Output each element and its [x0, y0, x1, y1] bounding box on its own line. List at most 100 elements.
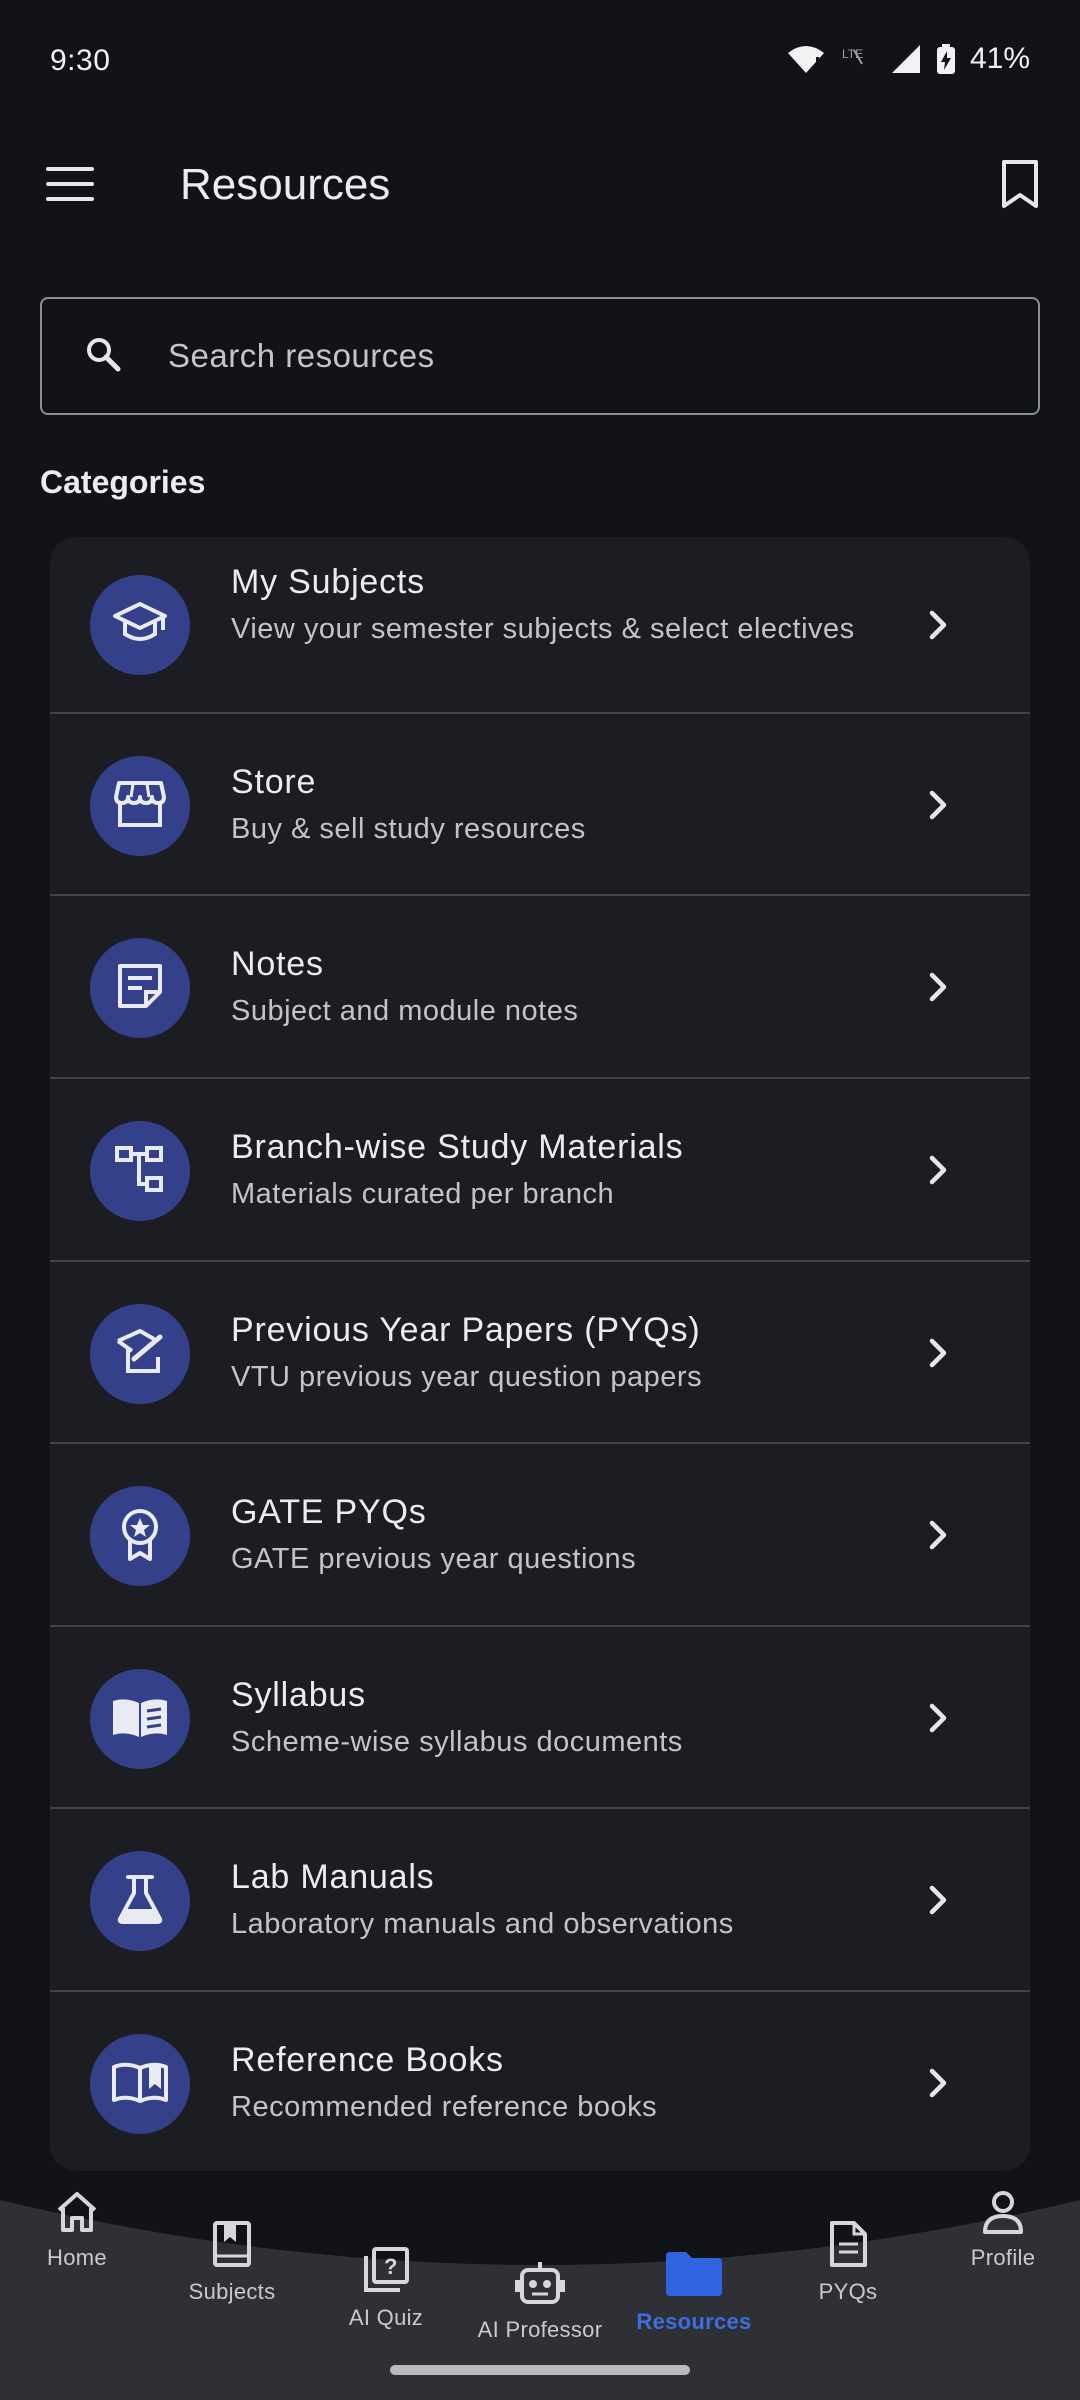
status-icons: LTE 41% — [786, 42, 1030, 76]
category-text: Previous Year Papers (PYQs) VTU previous… — [231, 1308, 890, 1398]
category-subtitle: VTU previous year question papers — [231, 1361, 703, 1393]
category-title: Store — [231, 763, 317, 801]
search-icon-wrap — [42, 336, 154, 377]
category-text: GATE PYQs GATE previous year questions — [231, 1490, 890, 1580]
category-subtitle: View your semester subjects & select ele… — [231, 613, 855, 645]
person-icon — [981, 2190, 1025, 2239]
category-title: Lab Manuals — [231, 1858, 435, 1896]
category-avatar — [90, 1486, 190, 1586]
category-item-lab-manuals[interactable]: Lab Manuals Laboratory manuals and obser… — [50, 1809, 1030, 1992]
nav-label: Profile — [970, 2245, 1036, 2270]
nav-label: AI Quiz — [348, 2305, 424, 2330]
category-item-reference-books[interactable]: Reference Books Recommended reference bo… — [50, 1992, 1030, 2171]
book-bookmark-icon — [212, 2220, 252, 2273]
nav-item-profile[interactable]: Profile — [918, 2190, 1080, 2271]
category-title: Notes — [231, 945, 324, 983]
chevron-right-icon — [918, 785, 958, 825]
nav-item-home[interactable]: Home — [0, 2190, 162, 2271]
nav-label: Home — [47, 2245, 107, 2270]
chevron-right-icon — [918, 2063, 958, 2103]
home-icon — [55, 2190, 99, 2239]
category-avatar — [90, 938, 190, 1038]
category-subtitle: Laboratory manuals and observations — [231, 1908, 734, 1940]
chevron-right-icon — [918, 1333, 958, 1373]
storefront-icon — [113, 779, 167, 834]
chevron-right-icon — [918, 1880, 958, 1920]
category-text: Syllabus Scheme-wise syllabus documents — [231, 1673, 890, 1763]
document-icon — [828, 2220, 868, 2273]
quiz-icon: ? — [362, 2246, 410, 2299]
category-title: My Subjects — [231, 563, 425, 601]
category-avatar — [90, 575, 190, 675]
category-subtitle: GATE previous year questions — [231, 1543, 637, 1575]
category-subtitle: Recommended reference books — [231, 2091, 658, 2123]
account-tree-icon — [114, 1144, 166, 1199]
bookmark-button[interactable] — [980, 146, 1060, 226]
category-list: My Subjects View your semester subjects … — [50, 537, 1030, 2171]
categories-heading: Categories — [40, 464, 206, 500]
open-book-icon — [111, 1695, 169, 1744]
sticky-note-icon — [116, 962, 164, 1015]
category-title: Syllabus — [231, 1676, 366, 1714]
svg-text:?: ? — [384, 2254, 397, 2279]
nav-label: Resources — [636, 2309, 752, 2334]
category-item-syllabus[interactable]: Syllabus Scheme-wise syllabus documents — [50, 1627, 1030, 1809]
category-title: Branch-wise Study Materials — [231, 1128, 684, 1166]
category-subtitle: Materials curated per branch — [231, 1178, 615, 1210]
nav-item-resources[interactable]: Resources — [609, 2250, 779, 2335]
nav-label: PYQs — [818, 2279, 878, 2304]
nav-item-pyqs[interactable]: PYQs — [763, 2220, 933, 2305]
category-item-my-subjects[interactable]: My Subjects View your semester subjects … — [50, 537, 1030, 714]
search-box[interactable] — [40, 297, 1040, 415]
category-item-pyqs[interactable]: Previous Year Papers (PYQs) VTU previous… — [50, 1262, 1030, 1444]
home-indicator[interactable] — [390, 2365, 690, 2375]
page-title: Resources — [180, 160, 391, 209]
status-bar: 9:30 LTE 41% — [0, 0, 1080, 120]
category-subtitle: Scheme-wise syllabus documents — [231, 1726, 683, 1758]
category-avatar — [90, 1669, 190, 1769]
category-avatar — [90, 1851, 190, 1951]
nav-item-ai-quiz[interactable]: ? AI Quiz — [301, 2246, 471, 2331]
nav-item-subjects[interactable]: Subjects — [147, 2220, 317, 2305]
nav-label: Subjects — [188, 2279, 276, 2304]
category-subtitle: Subject and module notes — [231, 995, 579, 1027]
chevron-right-icon — [918, 1698, 958, 1738]
category-avatar — [90, 756, 190, 856]
category-item-notes[interactable]: Notes Subject and module notes — [50, 896, 1030, 1079]
chevron-right-icon — [918, 605, 958, 645]
category-text: Reference Books Recommended reference bo… — [231, 2038, 890, 2128]
wifi-icon — [786, 43, 826, 75]
robot-icon — [514, 2260, 566, 2311]
menu-icon — [46, 166, 94, 206]
search-input[interactable] — [154, 337, 1038, 375]
status-time: 9:30 — [50, 44, 111, 77]
category-item-gate-pyqs[interactable]: GATE PYQs GATE previous year questions — [50, 1444, 1030, 1627]
category-text: Notes Subject and module notes — [231, 942, 890, 1032]
menu-button[interactable] — [30, 146, 110, 226]
category-item-store[interactable]: Store Buy & sell study resources — [50, 714, 1030, 896]
category-item-branch-wise[interactable]: Branch-wise Study Materials Materials cu… — [50, 1079, 1030, 1262]
graduation-cap-icon — [111, 600, 169, 651]
category-avatar — [90, 1121, 190, 1221]
battery-charging-icon — [936, 43, 956, 75]
category-text: Store Buy & sell study resources — [231, 760, 890, 850]
bookmark-icon — [1000, 159, 1040, 214]
category-subtitle: Buy & sell study resources — [231, 813, 586, 845]
category-text: Lab Manuals Laboratory manuals and obser… — [231, 1855, 890, 1945]
award-badge-icon — [118, 1507, 162, 1566]
search-icon — [85, 336, 121, 377]
category-avatar — [90, 2034, 190, 2134]
history-edu-icon — [114, 1327, 166, 1382]
nav-label: AI Professor — [477, 2317, 603, 2342]
lte-icon: LTE — [840, 44, 876, 74]
app-bar: Resources — [0, 140, 1080, 232]
chevron-right-icon — [918, 1150, 958, 1190]
category-title: Reference Books — [231, 2041, 504, 2079]
category-title: GATE PYQs — [231, 1493, 427, 1531]
nav-item-ai-professor[interactable]: AI Professor — [455, 2260, 625, 2343]
folder-icon — [664, 2250, 724, 2303]
category-title: Previous Year Papers (PYQs) — [231, 1311, 701, 1349]
category-text: My Subjects View your semester subjects … — [231, 560, 890, 650]
category-text: Branch-wise Study Materials Materials cu… — [231, 1125, 890, 1215]
signal-icon — [890, 43, 922, 75]
